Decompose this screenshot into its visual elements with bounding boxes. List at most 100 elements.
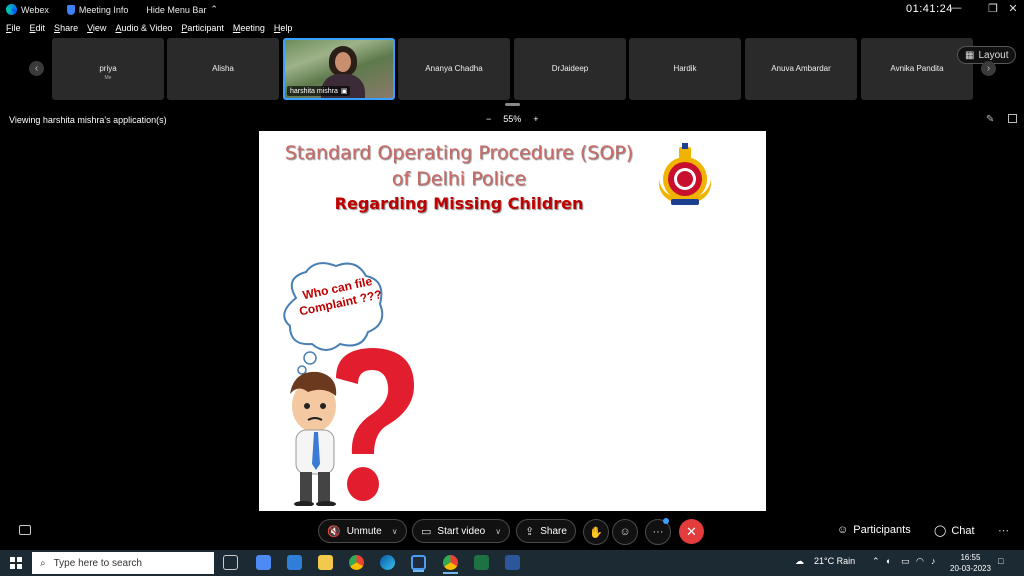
minimize-button[interactable]: — (946, 2, 966, 14)
zoom-in-button[interactable]: + (533, 114, 538, 124)
meeting-controls: 🔇 Unmute ∨ ▭ Start video ∨ ⇪ Share ✋ ☺ ·… (0, 512, 1024, 550)
chevron-down-icon[interactable]: ∨ (392, 527, 398, 536)
participant-name: Avnika Pandita (890, 64, 944, 73)
menu-help[interactable]: Help (274, 23, 293, 33)
video-off-icon: ▭ (421, 525, 432, 538)
participant-tile[interactable]: Ananya Chadha (398, 38, 510, 100)
participant-video-tile[interactable]: harshita mishra ▣ (283, 38, 395, 100)
excel-icon[interactable] (474, 555, 489, 570)
viewing-label: Viewing harshita mishra's application(s) (9, 115, 167, 125)
reactions-button[interactable]: ☺ (612, 519, 638, 545)
participant-name: Anuva Ambardar (771, 64, 831, 73)
notification-dot (663, 518, 669, 524)
participant-face (335, 52, 351, 72)
layout-grid-icon: ▦ (965, 49, 975, 61)
meeting-info-label: Meeting Info (78, 4, 129, 15)
viewing-bar: Viewing harshita mishra's application(s)… (0, 110, 1024, 130)
menu-view[interactable]: View (87, 23, 106, 33)
clock-date: 20-03-2023 (950, 564, 991, 573)
participant-me-label: Me (104, 75, 112, 81)
captions-icon[interactable] (19, 525, 31, 535)
app-name-label: Webex (21, 4, 49, 15)
chevron-right-icon[interactable]: › (981, 61, 996, 76)
annotate-icon[interactable]: ✎ (986, 114, 994, 125)
zoom-level: 55% (503, 114, 522, 124)
participant-tile[interactable]: DrJaideep (514, 38, 626, 100)
share-screen-icon: ⇪ (525, 525, 535, 538)
slide-subtitle: Regarding Missing Children (334, 194, 584, 213)
chevron-left-icon[interactable]: ‹ (29, 61, 44, 76)
volume-icon[interactable]: ♪ (931, 556, 936, 566)
battery-icon[interactable]: ▭ (901, 556, 910, 567)
app-name: Webex (6, 4, 49, 15)
delhi-police-emblem-icon (658, 143, 712, 205)
edge-icon[interactable] (380, 555, 395, 570)
webex-logo-icon (6, 4, 17, 15)
participant-tile[interactable]: priya Me (52, 38, 164, 100)
weather-icon[interactable]: ☁ (795, 556, 804, 567)
participant-tile[interactable]: Avnika Pandita (861, 38, 973, 100)
chat-button[interactable]: ◯ Chat (934, 524, 975, 538)
chat-bubble-icon: ◯ (934, 525, 947, 537)
close-window-button[interactable]: ✕ (1003, 2, 1023, 15)
participants-icon: ☺ (837, 524, 849, 536)
menu-share[interactable]: Share (54, 23, 78, 33)
meeting-info-button[interactable]: Meeting Info (66, 4, 129, 15)
presentation-slide: Standard Operating Procedure (SOP) of De… (259, 131, 766, 511)
chat-label: Chat (951, 524, 975, 537)
restore-button[interactable]: ❐ (983, 2, 1003, 15)
menu-edit[interactable]: Edit (30, 23, 46, 33)
chrome-icon[interactable] (349, 555, 364, 570)
participant-name: priya (99, 64, 117, 73)
fit-screen-icon[interactable] (1008, 114, 1017, 123)
layout-label: Layout (978, 49, 1009, 61)
participant-tile[interactable]: Hardik (629, 38, 741, 100)
more-menu-icon[interactable]: ⋯ (998, 524, 1009, 537)
menu-bar: File Edit Share View Audio & Video Parti… (0, 19, 301, 37)
search-icon: ⌕ (40, 557, 46, 569)
weather-text[interactable]: 21°C Rain (814, 556, 855, 566)
chrome-icon[interactable] (443, 555, 458, 574)
menu-audio-video[interactable]: Audio & Video (115, 23, 172, 33)
participant-strip: ‹ priya Me Alisha harshita mishra ▣ Anan… (0, 37, 1024, 103)
start-video-button[interactable]: ▭ Start video ∨ (412, 519, 511, 543)
slide-title-line2: of Delhi Police (391, 168, 527, 190)
store-icon[interactable] (256, 555, 271, 570)
hide-menu-bar-label: Hide Menu Bar (146, 4, 207, 15)
end-call-button[interactable]: ✕ (679, 519, 704, 544)
network-icon[interactable]: ◐ (886, 556, 891, 566)
file-explorer-icon[interactable] (318, 555, 333, 570)
resize-handle[interactable] (505, 103, 520, 106)
taskbar-search-input[interactable]: ⌕ Type here to search (32, 552, 214, 574)
shield-icon (66, 4, 75, 15)
chevron-up-icon: ⌃ (210, 4, 218, 14)
taskbar-clock[interactable]: 16:55 20-03-2023 (950, 552, 991, 574)
participant-tile[interactable]: Anuva Ambardar (745, 38, 857, 100)
menu-participant[interactable]: Participant (181, 23, 224, 33)
zoom-out-button[interactable]: − (486, 114, 491, 124)
share-button[interactable]: ⇪ Share (516, 519, 576, 543)
menu-file[interactable]: File (6, 23, 21, 33)
menu-meeting[interactable]: Meeting (233, 23, 265, 33)
participant-name: DrJaideep (551, 64, 589, 73)
word-icon[interactable] (505, 555, 520, 570)
unmute-label: Unmute (346, 525, 382, 537)
notification-icon[interactable]: □ (998, 556, 1003, 566)
participant-tile[interactable]: Alisha (167, 38, 279, 100)
participant-name: Ananya Chadha (425, 64, 483, 73)
task-view-icon[interactable] (223, 555, 238, 570)
windows-start-icon[interactable] (10, 557, 22, 569)
chevron-down-icon[interactable]: ∨ (495, 527, 501, 536)
wifi-icon[interactable]: ◠ (916, 556, 924, 567)
participant-name-tag: harshita mishra ▣ (287, 86, 351, 96)
clock-time: 16:55 (960, 553, 981, 562)
raise-hand-button[interactable]: ✋ (583, 519, 609, 545)
participant-name: Alisha (212, 64, 234, 73)
slide-title-line1: Standard Operating Procedure (SOP) (284, 142, 634, 164)
mail-icon[interactable] (287, 555, 302, 570)
hide-menu-bar-button[interactable]: Hide Menu Bar ⌃ (146, 4, 218, 15)
chevron-up-icon[interactable]: ⌃ (872, 556, 880, 567)
webex-taskbar-icon[interactable] (411, 555, 426, 572)
unmute-button[interactable]: 🔇 Unmute ∨ (318, 519, 407, 543)
participants-button[interactable]: ☺ Participants (837, 524, 911, 536)
